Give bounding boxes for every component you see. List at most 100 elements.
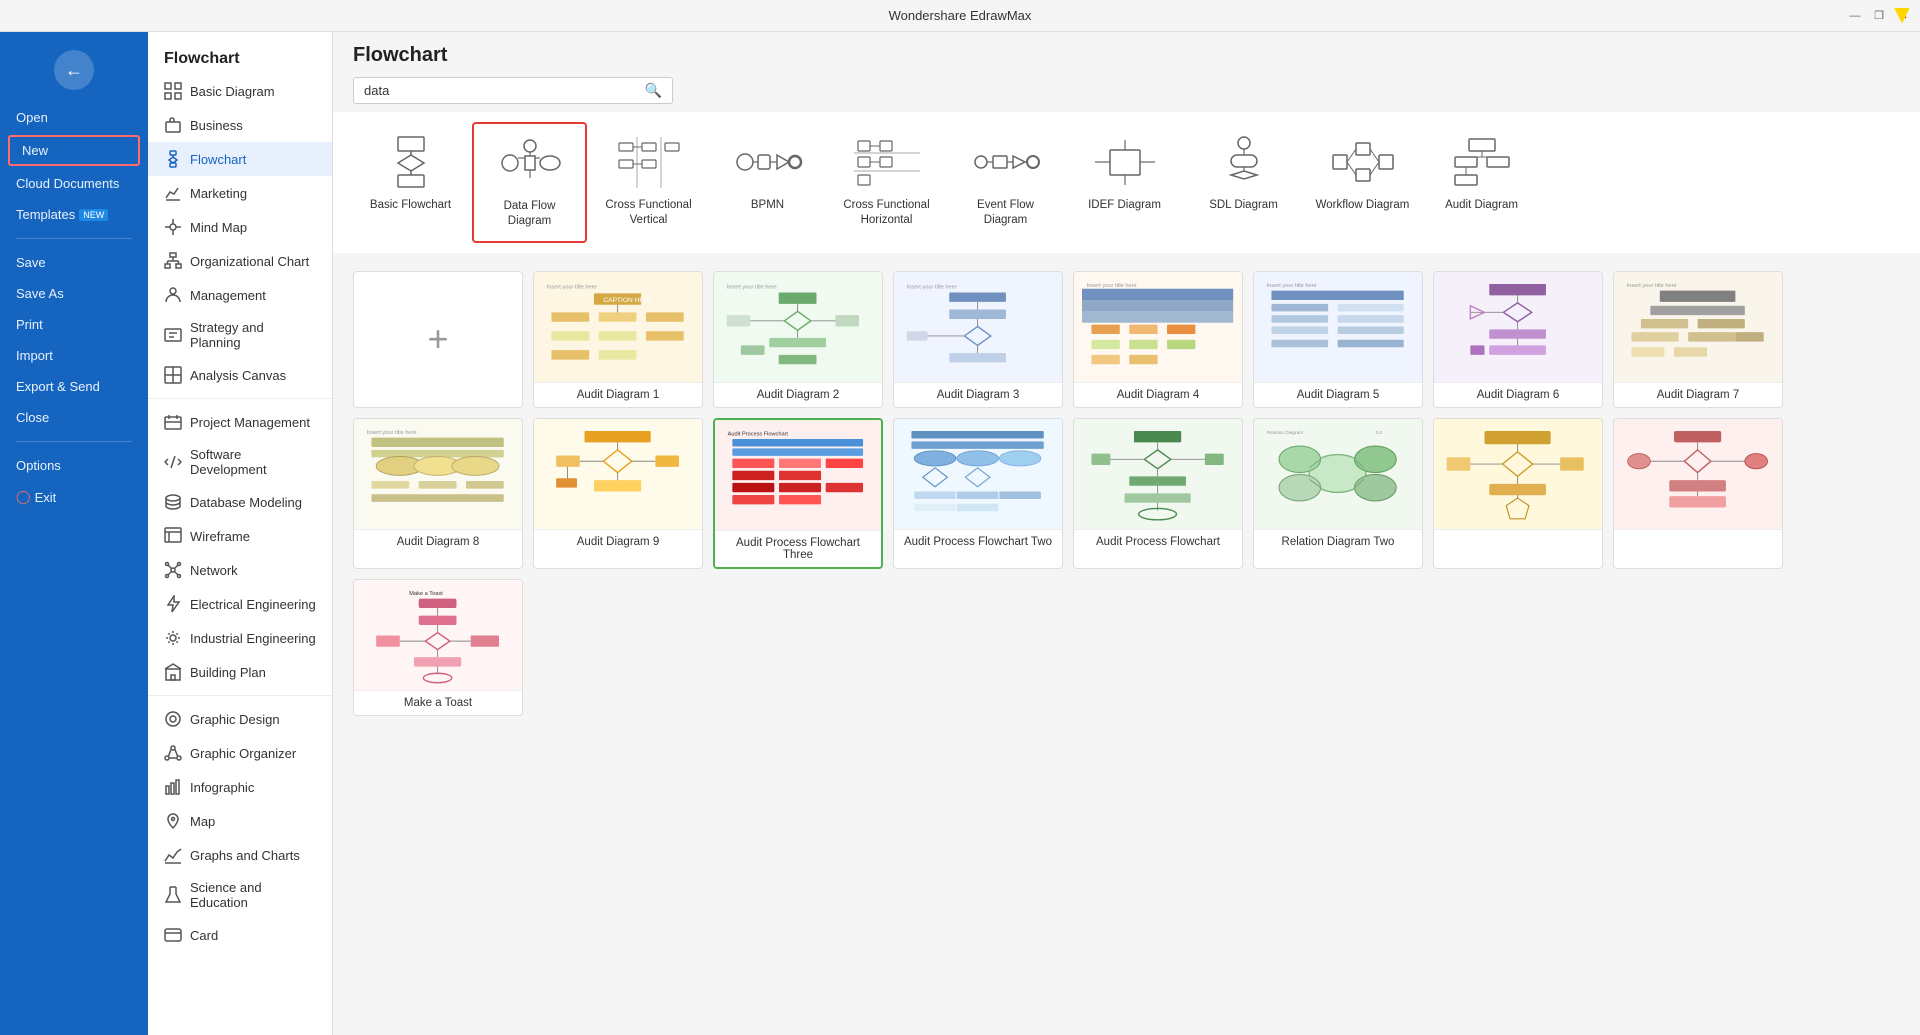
diagram-type-bpmn[interactable]: BPMN [710,122,825,243]
diagram-type-event-flow[interactable]: Event Flow Diagram [948,122,1063,243]
category-item-building[interactable]: Building Plan [148,655,332,689]
diagram-types-grid: Basic Flowchart [353,122,1900,243]
organizer-icon [164,744,182,762]
category-label: Management [190,288,266,303]
back-button[interactable]: ← [54,50,94,90]
template-card-audit-5[interactable]: Insert your title here Audit Di [1253,271,1423,408]
template-thumb: Insert your title here [714,272,882,382]
sidebar-item-cloud[interactable]: Cloud Documents [0,168,148,199]
template-card-audit-3[interactable]: Insert your title here Audit Di [893,271,1063,408]
sidebar-item-save[interactable]: Save [0,247,148,278]
minimize-button[interactable]: — [1846,7,1864,25]
category-item-database[interactable]: Database Modeling [148,485,332,519]
sidebar-item-new[interactable]: New [8,135,140,166]
templates-badge: NEW [79,209,108,221]
svg-text:Insert your title here: Insert your title here [727,285,777,291]
sidebar-item-saveas[interactable]: Save As [0,278,148,309]
template-thumb: Insert your title here [1614,272,1782,382]
category-item-flowchart[interactable]: Flowchart [148,142,332,176]
template-label: Audit Diagram 9 [534,529,702,554]
template-label: Audit Diagram 7 [1614,382,1782,407]
category-item-science[interactable]: Science and Education [148,872,332,918]
category-label: Project Management [190,415,310,430]
template-card-audit-process[interactable]: Audit Process Flowchart [1073,418,1243,569]
template-card-audit-8[interactable]: Insert your title here Audit Di [353,418,523,569]
sidebar-item-templates[interactable]: Templates NEW [0,199,148,230]
diagram-type-sdl[interactable]: SDL Diagram [1186,122,1301,243]
svg-text:Relation Diagram: Relation Diagram [1267,430,1304,436]
industrial-icon [164,629,182,647]
category-item-industrial[interactable]: Industrial Engineering [148,621,332,655]
category-item-electrical[interactable]: Electrical Engineering [148,587,332,621]
template-card-audit-9[interactable]: Audit Diagram 9 [533,418,703,569]
category-item-graphs[interactable]: Graphs and Charts [148,838,332,872]
template-card-audit-process-3[interactable]: Audit Process Flowchart [713,418,883,569]
category-item-organizer[interactable]: Graphic Organizer [148,736,332,770]
diagram-type-workflow[interactable]: Workflow Diagram [1305,122,1420,243]
search-input[interactable] [364,83,645,98]
category-item-project[interactable]: Project Management [148,405,332,439]
category-item-wireframe[interactable]: Wireframe [148,519,332,553]
category-item-management[interactable]: Management [148,278,332,312]
audit-6-thumb [1442,277,1593,376]
sidebar-item-import[interactable]: Import [0,340,148,371]
svg-text:Insert your title here: Insert your title here [1627,283,1677,289]
diagram-type-basic-flowchart[interactable]: Basic Flowchart [353,122,468,243]
template-card-audit-7[interactable]: Insert your title here Audit Di [1613,271,1783,408]
template-thumb: Audit Process Flowchart [715,420,881,530]
diagram-type-cross-h[interactable]: Cross Functional Horizontal [829,122,944,243]
template-card-relation-two[interactable]: Relation Diagram 2.0 [1253,418,1423,569]
diagram-type-idef[interactable]: IDEF Diagram [1067,122,1182,243]
sidebar-item-open[interactable]: Open [0,102,148,133]
template-card-audit-6[interactable]: Audit Diagram 6 [1433,271,1603,408]
template-card-audit-1[interactable]: Insert your title here CAPTION HERE [533,271,703,408]
template-card-audit-process-2[interactable]: Audit Process Flowchart Two [893,418,1063,569]
category-label: Graphs and Charts [190,848,300,863]
add-new-template[interactable]: + [353,271,523,408]
category-item-analysis[interactable]: Analysis Canvas [148,358,332,392]
wireframe-icon [164,527,182,545]
template-thumb [1434,419,1602,529]
template-card-audit-4[interactable]: Insert your title here [1073,271,1243,408]
sidebar: ← Open New Cloud Documents Templates NEW… [0,32,148,1035]
template-label [1434,529,1602,542]
category-item-graphic[interactable]: Graphic Design [148,702,332,736]
sidebar-item-open-label: Open [16,110,48,125]
category-item-strategy[interactable]: Strategy and Planning [148,312,332,358]
maximize-button[interactable]: ❐ [1870,7,1888,25]
sidebar-item-options[interactable]: Options [0,450,148,481]
template-card-14[interactable] [1433,418,1603,569]
category-item-marketing[interactable]: Marketing [148,176,332,210]
sidebar-item-close[interactable]: Close [0,402,148,433]
sidebar-item-export[interactable]: Export & Send [0,371,148,402]
bpmn-svg [733,135,803,190]
sidebar-item-print[interactable]: Print [0,309,148,340]
science-icon [164,886,182,904]
sidebar-item-exit[interactable]: ◯ Exit [0,481,148,513]
cross-h-svg [852,135,922,190]
bpmn-icon [733,135,803,190]
category-label: Card [190,928,218,943]
category-item-business[interactable]: Business [148,108,332,142]
category-item-network[interactable]: Network [148,553,332,587]
diagram-type-audit[interactable]: Audit Diagram [1424,122,1539,243]
content-header: Flowchart 🔍 [333,32,1920,112]
template-card-make-toast[interactable]: Make a Toast [353,579,523,716]
sidebar-item-close-label: Close [16,410,49,425]
category-item-software[interactable]: Software Development [148,439,332,485]
template-thumb: Insert your title here CAPTION HERE [534,272,702,382]
category-item-infographic[interactable]: Infographic [148,770,332,804]
svg-text:CAPTION HERE: CAPTION HERE [604,297,654,304]
template-card-audit-2[interactable]: Insert your title here [713,271,883,408]
category-item-map[interactable]: Map [148,804,332,838]
search-icon[interactable]: 🔍 [645,82,662,99]
category-item-mindmap[interactable]: Mind Map [148,210,332,244]
category-item-basic-diagram[interactable]: Basic Diagram [148,74,332,108]
building-icon [164,663,182,681]
sidebar-item-save-label: Save [16,255,46,270]
category-item-orgchart[interactable]: Organizational Chart [148,244,332,278]
diagram-type-data-flow[interactable]: Data Flow Diagram [472,122,587,243]
template-card-15[interactable] [1613,418,1783,569]
diagram-type-cross-v[interactable]: Cross Functional Vertical [591,122,706,243]
category-item-card[interactable]: Card [148,918,332,952]
